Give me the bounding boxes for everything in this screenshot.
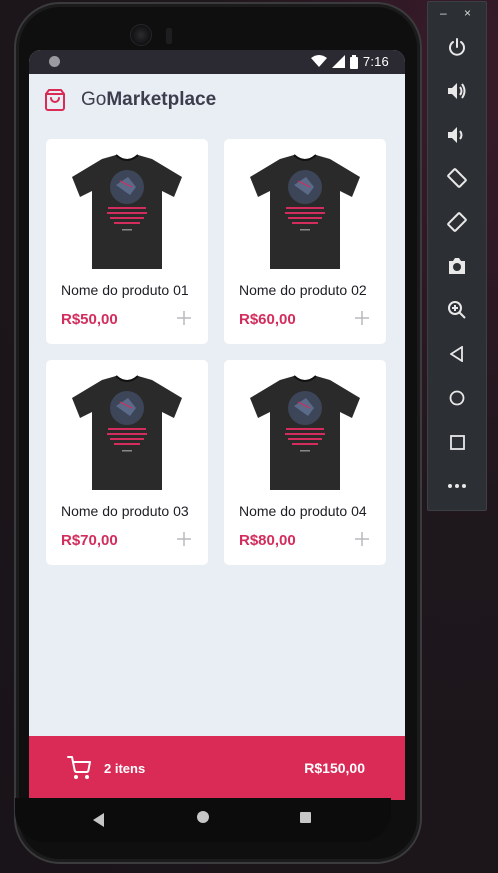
- back-icon: [450, 346, 463, 362]
- product-image: [250, 375, 360, 490]
- home-button[interactable]: [444, 385, 470, 411]
- shopping-bag-icon: [45, 89, 65, 111]
- battery-icon: [349, 54, 358, 69]
- product-price: R$70,00: [61, 532, 118, 549]
- speaker: [166, 28, 172, 44]
- add-to-cart-plus-icon[interactable]: [174, 308, 194, 328]
- screenshot-button[interactable]: [444, 253, 470, 279]
- power-button[interactable]: [444, 34, 470, 60]
- add-to-cart-plus-icon[interactable]: [352, 308, 372, 328]
- product-name: Nome do produto 02: [239, 282, 367, 298]
- overview-button[interactable]: [444, 429, 470, 455]
- volume-up-icon: [448, 83, 466, 99]
- app-title-prefix: Go: [81, 89, 107, 110]
- rotate-right-icon: [447, 212, 467, 232]
- toolbar-window-controls: – ×: [428, 6, 486, 26]
- status-bar: 7:16: [29, 50, 405, 74]
- add-to-cart-plus-icon[interactable]: [352, 529, 372, 549]
- product-image: [72, 154, 182, 269]
- product-image: [72, 375, 182, 490]
- shopping-cart-icon: [67, 756, 91, 779]
- close-button[interactable]: ×: [464, 6, 471, 20]
- product-image: [250, 154, 360, 269]
- minimize-button[interactable]: –: [440, 6, 447, 20]
- nav-home-icon[interactable]: [197, 811, 209, 823]
- camera-icon: [449, 258, 465, 274]
- volume-up-button[interactable]: [444, 78, 470, 104]
- cart-item-count: 2 itens: [104, 761, 146, 776]
- status-time: 7:16: [362, 54, 389, 69]
- nav-recents-icon[interactable]: [300, 812, 311, 823]
- cart-total: R$150,00: [304, 760, 365, 776]
- emulator-toolbar: – ×: [427, 1, 487, 511]
- home-icon: [449, 390, 465, 406]
- product-name: Nome do produto 03: [61, 503, 189, 519]
- product-card[interactable]: Nome do produto 04 R$80,00: [224, 360, 386, 565]
- rotate-left-icon: [447, 168, 467, 188]
- zoom-icon: [448, 301, 466, 319]
- rotate-right-button[interactable]: [444, 209, 470, 235]
- floating-cart-bar[interactable]: 2 itens R$150,00: [29, 736, 405, 800]
- more-icon: [448, 484, 466, 488]
- product-grid: Nome do produto 01 R$50,00 Nome do produ…: [46, 139, 388, 565]
- product-card[interactable]: Nome do produto 03 R$70,00: [46, 360, 208, 565]
- phone-screen: 7:16 GoMarketplace Nome do produto 01 R$…: [29, 50, 405, 800]
- front-camera: [130, 24, 152, 46]
- product-price: R$60,00: [239, 311, 296, 328]
- android-nav-bar: [15, 798, 391, 842]
- volume-down-button[interactable]: [444, 122, 470, 148]
- power-icon: [449, 38, 465, 56]
- product-card[interactable]: Nome do produto 01 R$50,00: [46, 139, 208, 344]
- zoom-button[interactable]: [444, 297, 470, 323]
- more-button[interactable]: [444, 473, 470, 499]
- emulator-window: 7:16 GoMarketplace Nome do produto 01 R$…: [0, 0, 498, 873]
- product-price: R$80,00: [239, 532, 296, 549]
- notification-dot-icon: [49, 56, 60, 67]
- overview-icon: [449, 434, 465, 450]
- app-header: GoMarketplace: [29, 74, 405, 126]
- app-title-bold: Marketplace: [106, 89, 217, 110]
- app-title: GoMarketplace: [81, 89, 216, 111]
- add-to-cart-plus-icon[interactable]: [174, 529, 194, 549]
- product-name: Nome do produto 01: [61, 282, 189, 298]
- signal-icon: [331, 55, 345, 68]
- rotate-left-button[interactable]: [444, 165, 470, 191]
- volume-down-icon: [448, 127, 463, 143]
- product-name: Nome do produto 04: [239, 503, 367, 519]
- nav-back-icon[interactable]: [93, 813, 105, 827]
- product-price: R$50,00: [61, 311, 118, 328]
- product-card[interactable]: Nome do produto 02 R$60,00: [224, 139, 386, 344]
- back-button[interactable]: [444, 341, 470, 367]
- wifi-icon: [310, 55, 327, 67]
- status-icons: 7:16: [310, 54, 389, 69]
